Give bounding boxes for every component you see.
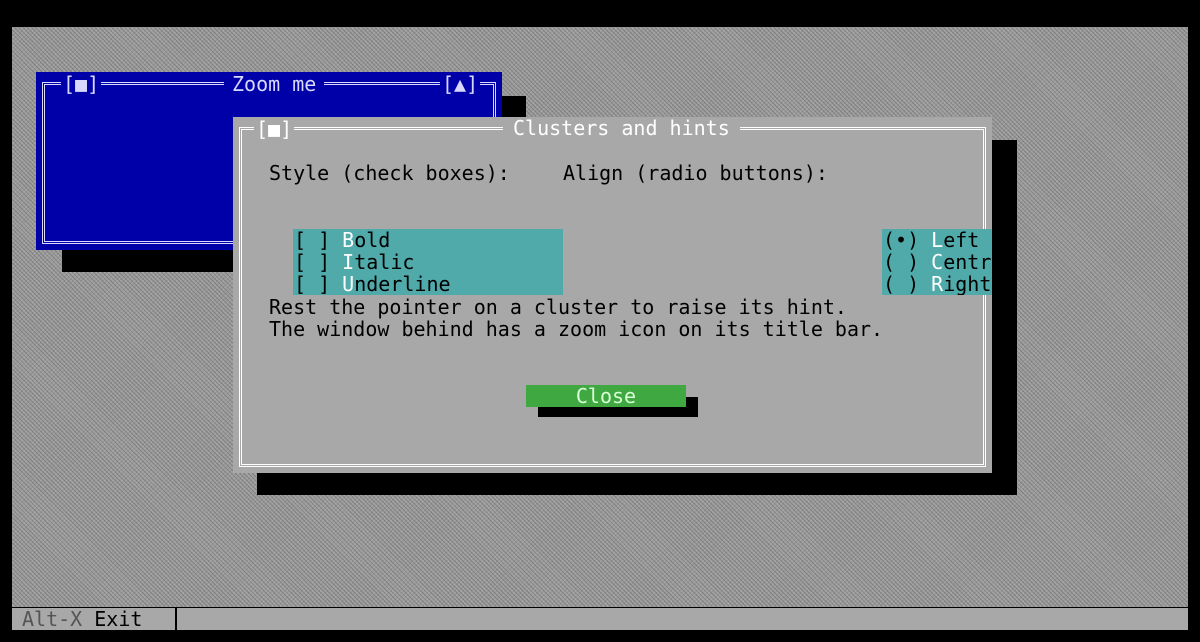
clusters-dialog[interactable]: [■] Clusters and hints Style (check boxe… bbox=[233, 117, 992, 473]
status-bar: Alt-X Exit bbox=[12, 608, 1188, 630]
zoom-window-close-icon[interactable]: [■] bbox=[61, 73, 102, 95]
radio-hotkey: C bbox=[931, 250, 944, 274]
radio-hotkey: R bbox=[931, 272, 944, 295]
checkbox-underline[interactable]: [ ] Underline bbox=[294, 273, 451, 295]
radio-mark: ( ) bbox=[883, 250, 932, 274]
radio-right[interactable]: ( ) Right bbox=[883, 273, 991, 295]
checkbox-mark: [ ] bbox=[294, 228, 343, 252]
zoom-window-zoom-icon[interactable]: [▲] bbox=[440, 73, 481, 95]
checkbox-label: talic bbox=[354, 250, 415, 274]
radio-hotkey: L bbox=[931, 229, 944, 252]
status-exit-command[interactable]: Alt-X Exit bbox=[22, 608, 142, 630]
checkbox-hotkey: U bbox=[342, 272, 355, 296]
status-hotkey: Alt-X bbox=[22, 607, 83, 631]
dialog-close-icon[interactable]: [■] bbox=[254, 118, 295, 140]
hint-text-line-2: The window behind has a zoom icon on its… bbox=[269, 317, 884, 341]
style-checkbox-cluster[interactable]: [ ] Bold [ ] Italic [ ] Underline bbox=[293, 229, 563, 295]
radio-centre[interactable]: ( ) Centr bbox=[883, 251, 991, 273]
close-button[interactable]: Close bbox=[526, 385, 686, 407]
checkbox-italic[interactable]: [ ] Italic bbox=[294, 251, 414, 273]
checkbox-hotkey: I bbox=[342, 250, 355, 274]
checkbox-label: old bbox=[354, 228, 391, 252]
status-separator bbox=[175, 608, 177, 630]
align-radio-cluster[interactable]: (•) Left ( ) Centr ( ) Right bbox=[882, 229, 992, 295]
zoom-window-title[interactable]: Zoom me bbox=[224, 73, 325, 95]
radio-left[interactable]: (•) Left bbox=[883, 229, 979, 251]
checkbox-hotkey: B bbox=[342, 228, 355, 252]
checkbox-mark: [ ] bbox=[294, 272, 343, 296]
align-label: Align (radio buttons): bbox=[563, 161, 828, 185]
radio-mark: (•) bbox=[883, 229, 932, 252]
radio-label: entr bbox=[943, 250, 992, 274]
checkbox-mark: [ ] bbox=[294, 250, 343, 274]
dialog-title[interactable]: Clusters and hints bbox=[503, 117, 740, 139]
radio-mark: ( ) bbox=[883, 272, 932, 295]
checkbox-bold[interactable]: [ ] Bold bbox=[294, 229, 390, 251]
hint-text-line-1: Rest the pointer on a cluster to raise i… bbox=[269, 295, 847, 319]
checkbox-label: nderline bbox=[354, 272, 451, 296]
radio-label: ight bbox=[943, 272, 992, 295]
style-label: Style (check boxes): bbox=[269, 161, 510, 185]
status-label: Exit bbox=[94, 607, 143, 631]
radio-label: eft bbox=[943, 229, 980, 252]
